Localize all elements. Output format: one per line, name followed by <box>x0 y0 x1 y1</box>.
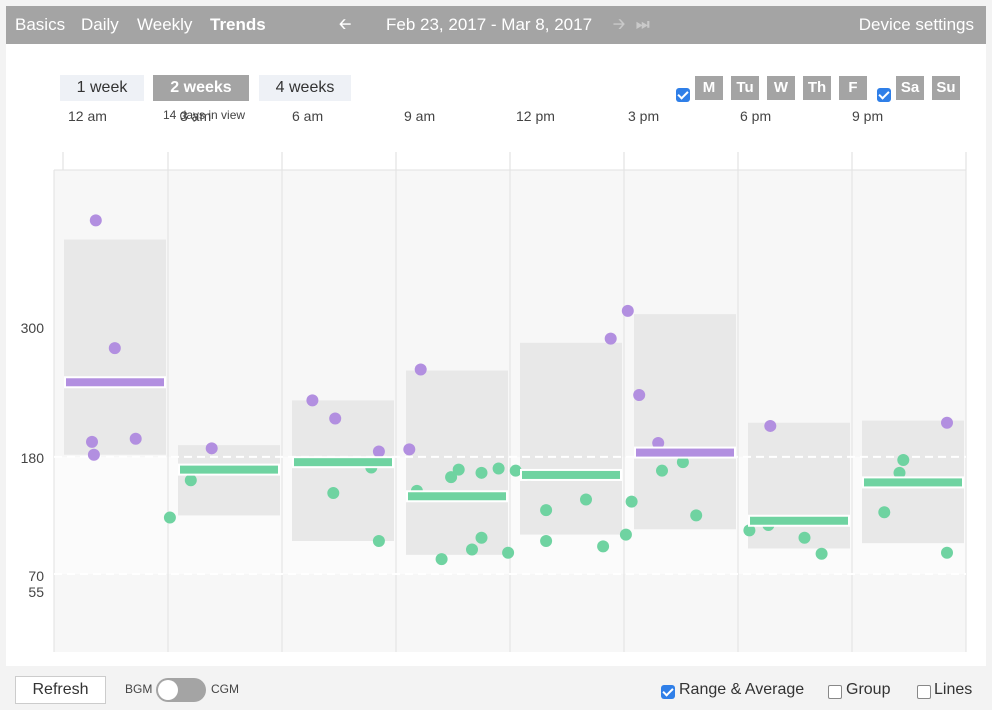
trends-chart <box>53 152 967 652</box>
reading-point <box>502 546 515 559</box>
reading-point <box>540 504 553 517</box>
toggle-knob <box>158 680 178 700</box>
average-bar <box>750 516 848 525</box>
reading-point <box>897 454 910 467</box>
reading-point <box>327 487 340 500</box>
reading-point <box>690 509 703 522</box>
reading-point <box>452 463 465 476</box>
group-label[interactable]: Group <box>846 681 890 699</box>
group-checkbox[interactable] <box>828 685 842 699</box>
reading-point <box>798 531 811 544</box>
reading-point <box>205 442 218 455</box>
range-box <box>520 342 622 535</box>
range-box <box>406 370 508 555</box>
reading-point <box>475 466 488 479</box>
average-bar <box>522 470 620 479</box>
reading-point <box>184 474 197 487</box>
reading-point <box>621 304 634 317</box>
reading-point <box>163 511 176 524</box>
reading-point <box>619 528 632 541</box>
reading-point <box>306 394 319 407</box>
average-bar <box>180 465 278 474</box>
cgm-label: CGM <box>211 682 239 696</box>
reading-point <box>509 464 522 477</box>
range-box <box>292 400 394 541</box>
reading-point <box>129 432 142 445</box>
range-box <box>634 314 736 530</box>
average-bar <box>636 448 734 457</box>
reading-point <box>403 443 416 456</box>
reading-point <box>625 495 638 508</box>
reading-point <box>89 214 102 227</box>
reading-point <box>475 531 488 544</box>
bgm-cgm-toggle[interactable] <box>156 678 206 702</box>
reading-point <box>414 363 427 376</box>
reading-point <box>941 546 953 559</box>
reading-point <box>372 445 385 458</box>
reading-point <box>878 506 891 519</box>
reading-point <box>466 543 478 556</box>
range-box <box>748 422 850 549</box>
reading-point <box>329 412 342 425</box>
reading-point <box>633 389 646 402</box>
reading-point <box>815 547 828 560</box>
lines-label[interactable]: Lines <box>934 681 972 699</box>
reading-point <box>108 342 121 355</box>
footer-bar: Refresh BGM CGM Range & Average Group Li… <box>0 666 992 710</box>
reading-point <box>87 448 100 461</box>
reading-point <box>492 462 505 475</box>
reading-point <box>372 534 385 547</box>
reading-point <box>580 493 592 506</box>
average-bar <box>66 378 164 387</box>
refresh-button[interactable]: Refresh <box>15 676 106 704</box>
average-bar <box>408 492 506 501</box>
reading-point <box>941 416 953 429</box>
reading-point <box>604 332 617 345</box>
range-average-label[interactable]: Range & Average <box>679 681 804 699</box>
reading-point <box>764 419 777 432</box>
reading-point <box>435 553 448 566</box>
reading-point <box>86 435 98 448</box>
reading-point <box>597 540 610 553</box>
lines-checkbox[interactable] <box>917 685 931 699</box>
bgm-label: BGM <box>125 682 153 696</box>
average-bar <box>294 458 392 467</box>
range-average-checkbox[interactable] <box>661 685 675 699</box>
reading-point <box>540 534 553 547</box>
reading-point <box>656 464 668 477</box>
average-bar <box>864 478 962 487</box>
